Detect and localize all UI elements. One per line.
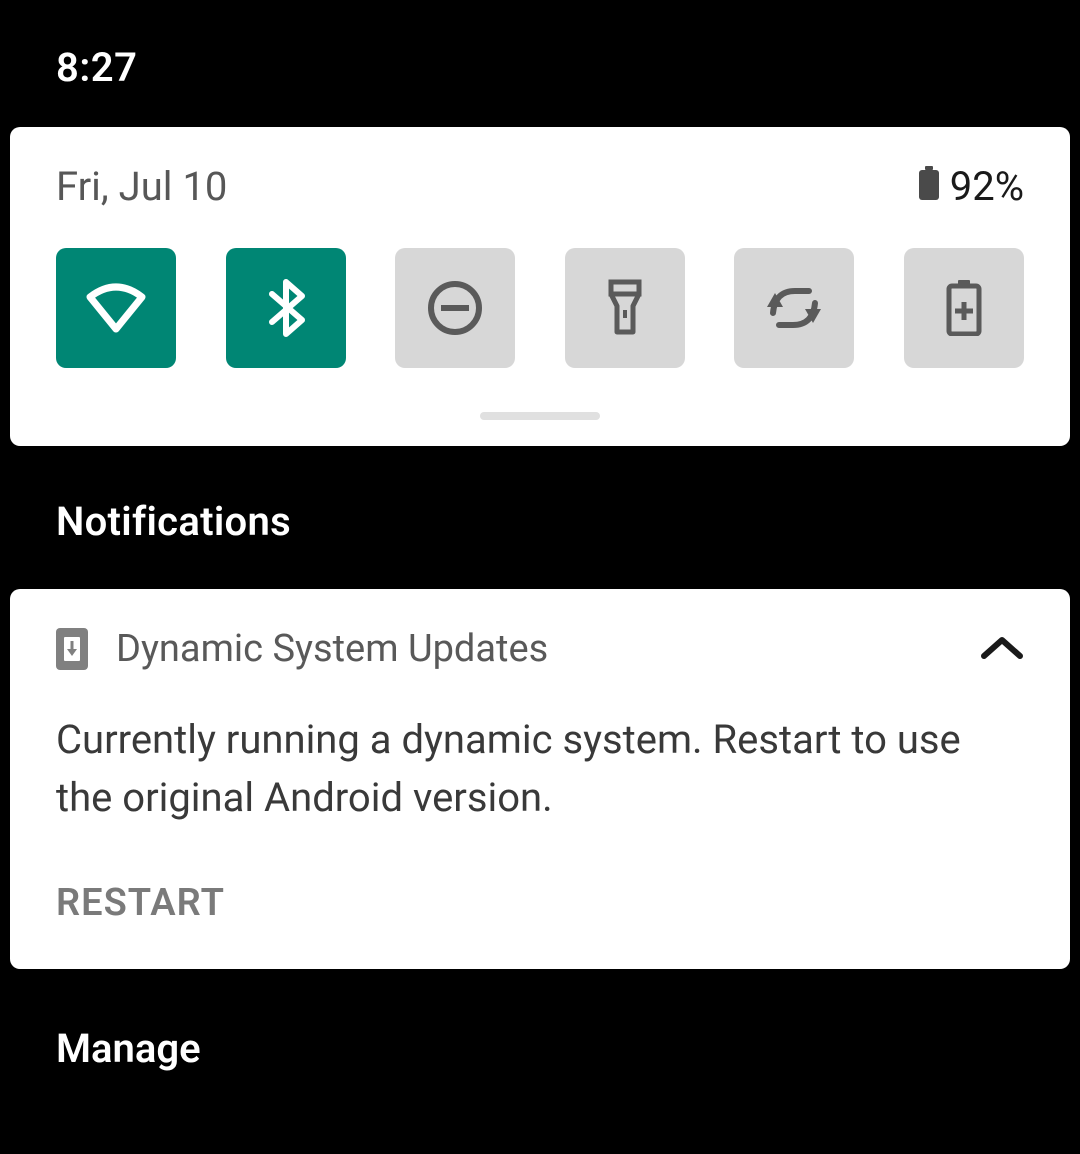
battery-percentage: 92% — [950, 163, 1024, 210]
system-update-icon — [56, 628, 88, 670]
battery-saver-icon — [946, 280, 982, 336]
battery-status: 92% — [918, 163, 1024, 210]
bluetooth-tile[interactable] — [226, 248, 346, 368]
flashlight-icon — [603, 278, 647, 338]
wifi-tile[interactable] — [56, 248, 176, 368]
battery-icon — [918, 163, 940, 210]
do-not-disturb-tile[interactable] — [395, 248, 515, 368]
date-label: Fri, Jul 10 — [56, 163, 227, 210]
notification-body-text: Currently running a dynamic system. Rest… — [56, 711, 1024, 827]
notifications-section-header: Notifications — [0, 446, 1080, 545]
quick-settings-header: Fri, Jul 10 92% — [56, 163, 1024, 210]
do-not-disturb-icon — [427, 280, 483, 336]
panel-drag-handle[interactable] — [480, 412, 600, 420]
quick-settings-panel: Fri, Jul 10 92% — [10, 127, 1070, 446]
restart-button[interactable]: RESTART — [56, 881, 225, 925]
battery-saver-tile[interactable] — [904, 248, 1024, 368]
flashlight-tile[interactable] — [565, 248, 685, 368]
notification-header: Dynamic System Updates — [56, 627, 1024, 671]
bluetooth-icon — [266, 278, 306, 338]
manage-button[interactable]: Manage — [0, 969, 1080, 1072]
status-bar-time: 8:27 — [0, 0, 1080, 91]
quick-settings-tiles — [56, 248, 1024, 368]
auto-rotate-tile[interactable] — [734, 248, 854, 368]
collapse-icon[interactable] — [980, 634, 1024, 664]
auto-rotate-icon — [765, 283, 823, 333]
wifi-icon — [84, 281, 148, 335]
notification-app-name: Dynamic System Updates — [116, 627, 548, 671]
notification-card[interactable]: Dynamic System Updates Currently running… — [10, 589, 1070, 969]
